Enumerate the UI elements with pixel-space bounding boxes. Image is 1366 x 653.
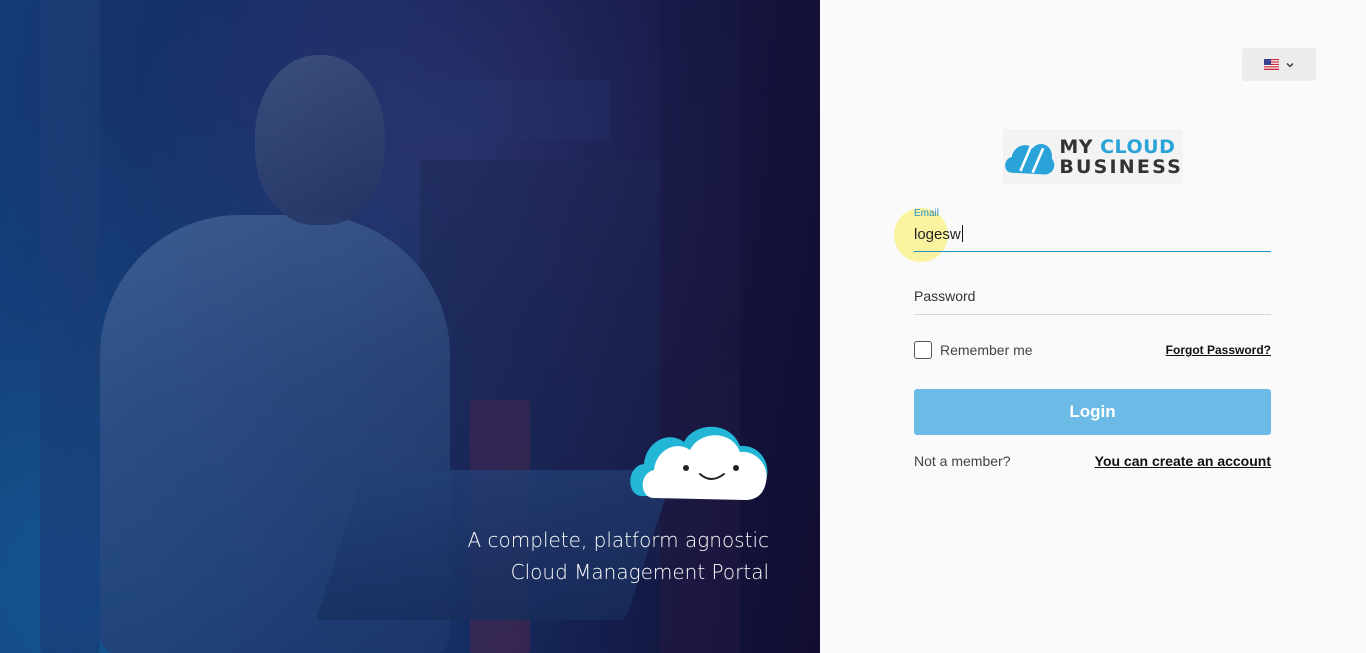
remember-label: Remember me: [940, 342, 1033, 358]
email-label: Email: [914, 208, 940, 219]
chevron-down-icon: [1286, 62, 1293, 67]
password-field[interactable]: Password: [914, 280, 1271, 315]
remember-checkbox[interactable]: [914, 341, 932, 359]
email-field[interactable]: Email logesw: [914, 206, 1271, 252]
us-flag-icon: [1263, 59, 1279, 70]
remember-me[interactable]: Remember me: [914, 341, 1033, 359]
brand-logo: MY CLOUD BUSINESS: [1003, 129, 1183, 184]
cloud-logo-icon: [1005, 143, 1055, 174]
password-label: Password: [914, 288, 976, 304]
language-selector[interactable]: [1242, 48, 1316, 81]
logo-text-business: BUSINESS: [1059, 155, 1183, 178]
logo-text-my: MY: [1059, 135, 1101, 158]
not-member-text: Not a member?: [914, 453, 1011, 469]
email-input[interactable]: logesw: [914, 225, 963, 243]
hero-tagline: A complete, platform agnostic Cloud Mana…: [468, 524, 770, 588]
smiling-cloud-icon: [630, 426, 768, 500]
email-value: logesw: [914, 226, 961, 243]
forgot-password-link[interactable]: Forgot Password?: [1166, 343, 1271, 357]
text-caret: [961, 225, 963, 242]
hero-panel: A complete, platform agnostic Cloud Mana…: [0, 0, 820, 653]
logo-text-cloud: CLOUD: [1100, 135, 1176, 158]
tagline-line-1: A complete, platform agnostic: [467, 528, 770, 552]
create-account-link[interactable]: You can create an account: [1095, 453, 1271, 469]
login-button[interactable]: Login: [914, 389, 1271, 435]
tagline-line-2: Cloud Management Portal: [510, 560, 769, 584]
